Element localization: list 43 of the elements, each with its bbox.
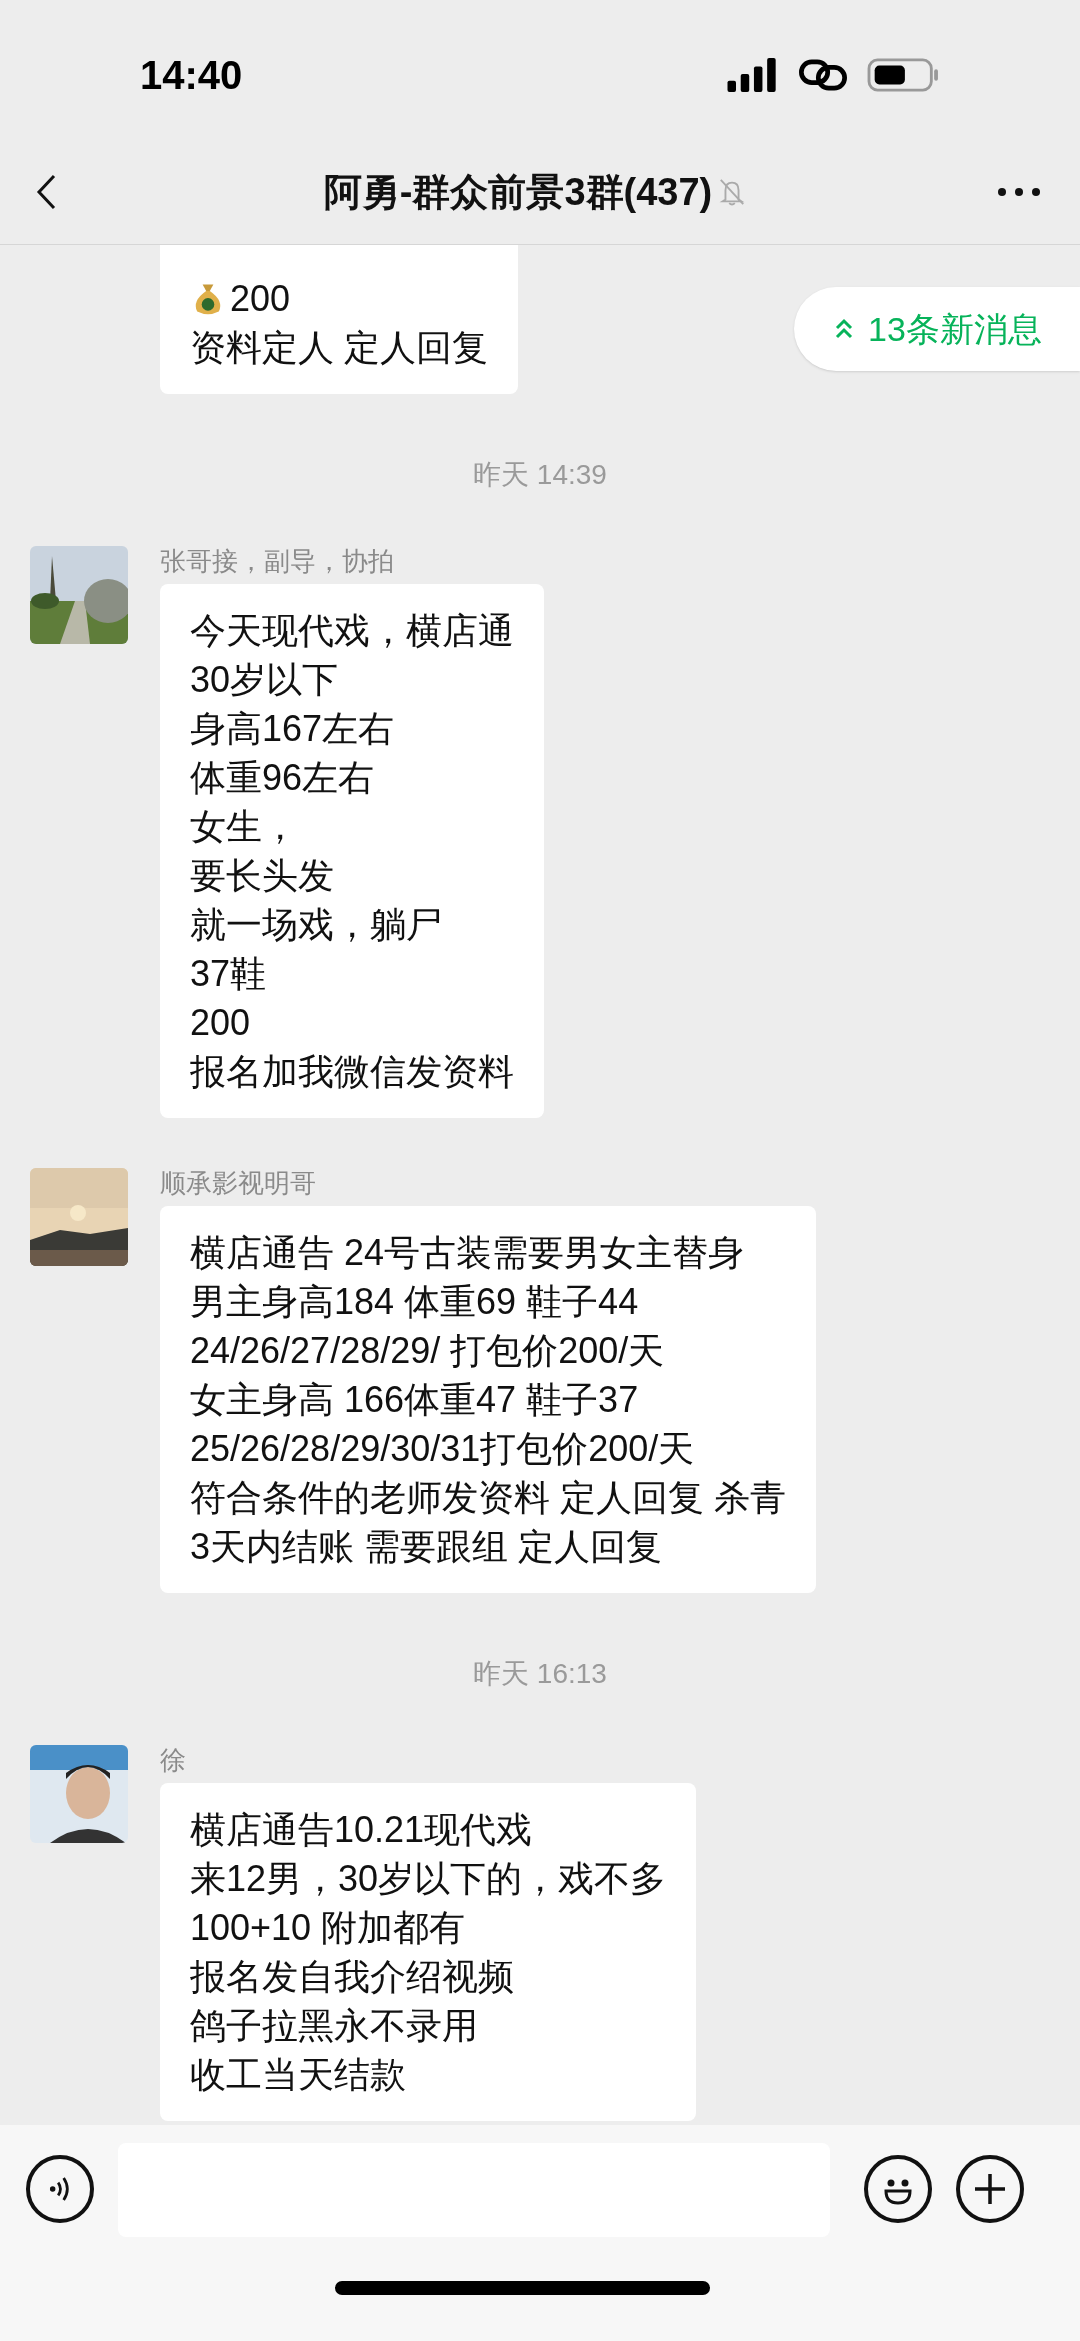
message-line: 25/26/28/29/30/31打包价200/天 [190,1427,695,1471]
voice-button[interactable] [26,2155,94,2223]
double-chevron-up-icon [834,318,854,340]
message-line: 横店通告10.21现代戏 [190,1808,533,1852]
sender-name: 徐 [160,1745,187,1775]
sender-name: 顺承影视明哥 [160,1168,317,1198]
message-line: 报名发自我介绍视频 [190,1955,514,1999]
battery-icon [866,58,940,92]
link-icon [798,59,848,91]
emoji-button[interactable] [864,2155,932,2223]
status-time: 14:40 [140,52,243,99]
message-line: 女主身高 166体重47 鞋子37 [190,1378,639,1422]
message-line: 30岁以下 [190,658,339,702]
message-line: 24/26/27/28/29/ 打包价200/天 [190,1329,665,1373]
plus-icon [973,2172,1007,2206]
message-line: 37鞋 [190,952,267,996]
new-messages-pill[interactable]: 13条新消息 [794,287,1080,371]
message-line: 男主身高184 体重69 鞋子44 [190,1280,639,1324]
message-line: 女生， [190,805,298,849]
message-line: 横店通告 24号古装需要男女主替身 [190,1231,745,1275]
message-line: 资料定人 定人回复 [190,326,488,370]
sender-name: 张哥接，副导，协拍 [160,546,395,576]
message-line: 符合条件的老师发资料 定人回复 杀青 [190,1476,786,1520]
message-line: 100+10 附加都有 [190,1906,466,1950]
message-line: 3天内结账 需要跟组 定人回复 [190,1525,663,1569]
back-icon [36,174,56,210]
voice-icon [49,2175,71,2203]
message-line: 今天现代戏，横店通 [190,609,514,653]
message-line: 来12男，30岁以下的，戏不多 [190,1857,667,1901]
message-line: 收工当天结款 [190,2053,406,2097]
message-line: 200 [230,277,291,321]
message-line: 就一场戏，躺尸 [190,903,442,947]
plus-button[interactable] [956,2155,1024,2223]
message-line: 报名加我微信发资料 [190,1050,514,1094]
message-line: 要长头发 [190,854,334,898]
message-line: 鸽子拉黑永不录用 [190,2004,478,2048]
more-icon [997,187,1041,197]
message-line: 体重96左右 [190,756,375,800]
chat-title: 阿勇-群众前景3群(437) [323,169,713,215]
message-line: 身高167左右 [190,707,395,751]
timestamp: 昨天 14:39 [473,458,607,492]
message-line: 200 [190,1001,251,1045]
timestamp: 昨天 16:13 [473,1657,607,1691]
